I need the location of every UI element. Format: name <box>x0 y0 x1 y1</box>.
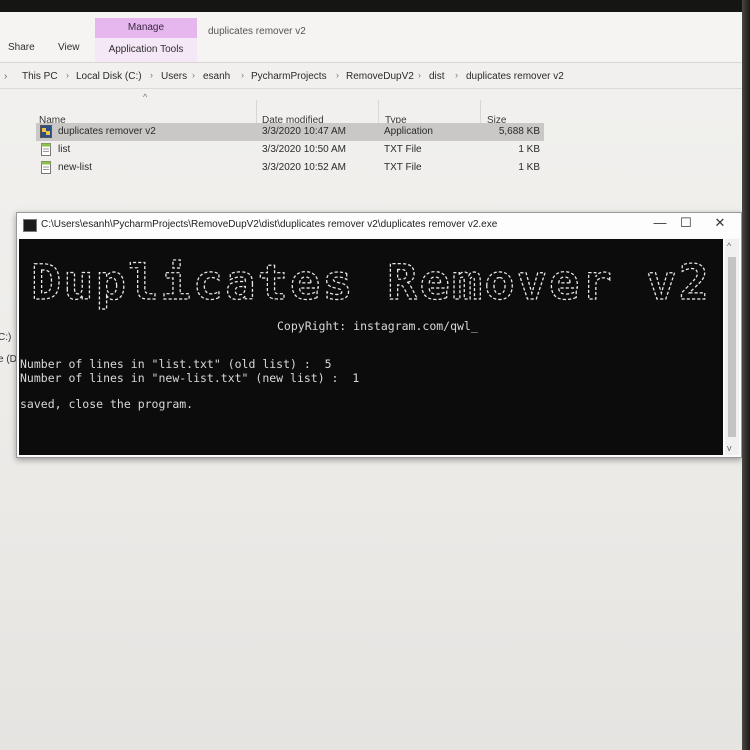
tab-application-tools[interactable]: Application Tools <box>95 38 197 62</box>
file-date: 3/3/2020 10:52 AM <box>262 162 346 173</box>
file-date: 3/3/2020 10:50 AM <box>262 144 346 155</box>
file-name: list <box>58 144 71 155</box>
maximize-button[interactable]: ☐ <box>671 215 701 231</box>
breadcrumb-dist[interactable]: dist <box>429 71 445 82</box>
text-file-icon <box>41 161 51 174</box>
file-row-duplicates-remover-v2[interactable]: duplicates remover v2 3/3/2020 10:47 AM … <box>36 123 544 141</box>
file-type: TXT File <box>384 144 422 155</box>
chevron-right-icon: › <box>192 70 195 80</box>
explorer-ribbon: Share View Manage Application Tools dupl… <box>0 12 742 63</box>
file-row-list[interactable]: list 3/3/2020 10:50 AM TXT File 1 KB <box>36 141 544 159</box>
file-size: 5,688 KB <box>498 126 540 137</box>
application-icon <box>40 125 52 138</box>
scrollbar-thumb[interactable] <box>728 257 736 437</box>
banner-text: Duplicates Remover v2 <box>31 255 711 311</box>
console-window[interactable]: C:\Users\esanh\PycharmProjects\RemoveDup… <box>16 212 742 458</box>
monitor-bezel-top <box>0 0 750 12</box>
chevron-right-icon: › <box>455 70 458 80</box>
chevron-right-icon: › <box>418 70 421 80</box>
tab-manage-header[interactable]: Manage <box>95 18 197 38</box>
file-name: new-list <box>58 162 92 173</box>
new-list-count: Number of lines in "new-list.txt" (new l… <box>20 371 360 385</box>
nav-pane-item[interactable]: C:) <box>0 332 11 343</box>
console-scrollbar[interactable]: ^ v <box>725 239 739 455</box>
window-title: duplicates remover v2 <box>208 26 306 37</box>
console-title-bar[interactable]: C:\Users\esanh\PycharmProjects\RemoveDup… <box>17 213 741 237</box>
sort-ascending-icon: ^ <box>143 92 148 102</box>
status-message: saved, close the program. <box>20 397 194 411</box>
file-date: 3/3/2020 10:47 AM <box>262 126 346 137</box>
console-title-path: C:\Users\esanh\PycharmProjects\RemoveDup… <box>41 219 498 230</box>
copyright-text: CopyRight: instagram.com/qwl_ <box>277 319 478 333</box>
breadcrumb-this-pc[interactable]: This PC <box>22 71 58 82</box>
chevron-right-icon: › <box>241 70 244 80</box>
breadcrumb-esanh[interactable]: esanh <box>203 71 230 82</box>
breadcrumb-removedupv2[interactable]: RemoveDupV2 <box>346 71 414 82</box>
breadcrumb-users[interactable]: Users <box>161 71 187 82</box>
file-type: TXT File <box>384 162 422 173</box>
tab-share[interactable]: Share <box>8 42 35 53</box>
manage-contextual-tab: Manage Application Tools <box>95 18 197 62</box>
console-app-icon <box>23 219 37 232</box>
file-type: Application <box>384 126 433 137</box>
text-file-icon <box>41 143 51 156</box>
old-list-count: Number of lines in "list.txt" (old list)… <box>20 357 332 371</box>
chevron-up-icon[interactable]: ^ <box>727 241 731 251</box>
chevron-down-icon[interactable]: v <box>727 443 732 453</box>
file-size: 1 KB <box>518 162 540 173</box>
tab-view[interactable]: View <box>58 42 80 53</box>
breadcrumb-duplicates-remover-v2[interactable]: duplicates remover v2 <box>466 71 564 82</box>
monitor-bezel-right <box>742 0 750 750</box>
chevron-right-icon: › <box>66 70 69 80</box>
close-button[interactable]: ✕ <box>705 215 735 231</box>
ascii-art-banner: Duplicates Remover v2 <box>30 254 711 311</box>
nav-pane-item[interactable]: e (D <box>0 354 17 365</box>
chevron-right-icon: › <box>4 71 8 82</box>
chevron-right-icon: › <box>336 70 339 80</box>
address-bar[interactable]: › This PC › Local Disk (C:) › Users › es… <box>0 68 742 89</box>
breadcrumb-pycharmprojects[interactable]: PycharmProjects <box>251 71 327 82</box>
console-output[interactable]: Duplicates Remover v2 CopyRight: instagr… <box>19 239 723 455</box>
file-name: duplicates remover v2 <box>58 126 156 137</box>
file-size: 1 KB <box>518 144 540 155</box>
chevron-right-icon: › <box>150 70 153 80</box>
breadcrumb-local-disk[interactable]: Local Disk (C:) <box>76 71 142 82</box>
file-row-new-list[interactable]: new-list 3/3/2020 10:52 AM TXT File 1 KB <box>36 159 544 177</box>
screen: Share View Manage Application Tools dupl… <box>0 12 742 750</box>
